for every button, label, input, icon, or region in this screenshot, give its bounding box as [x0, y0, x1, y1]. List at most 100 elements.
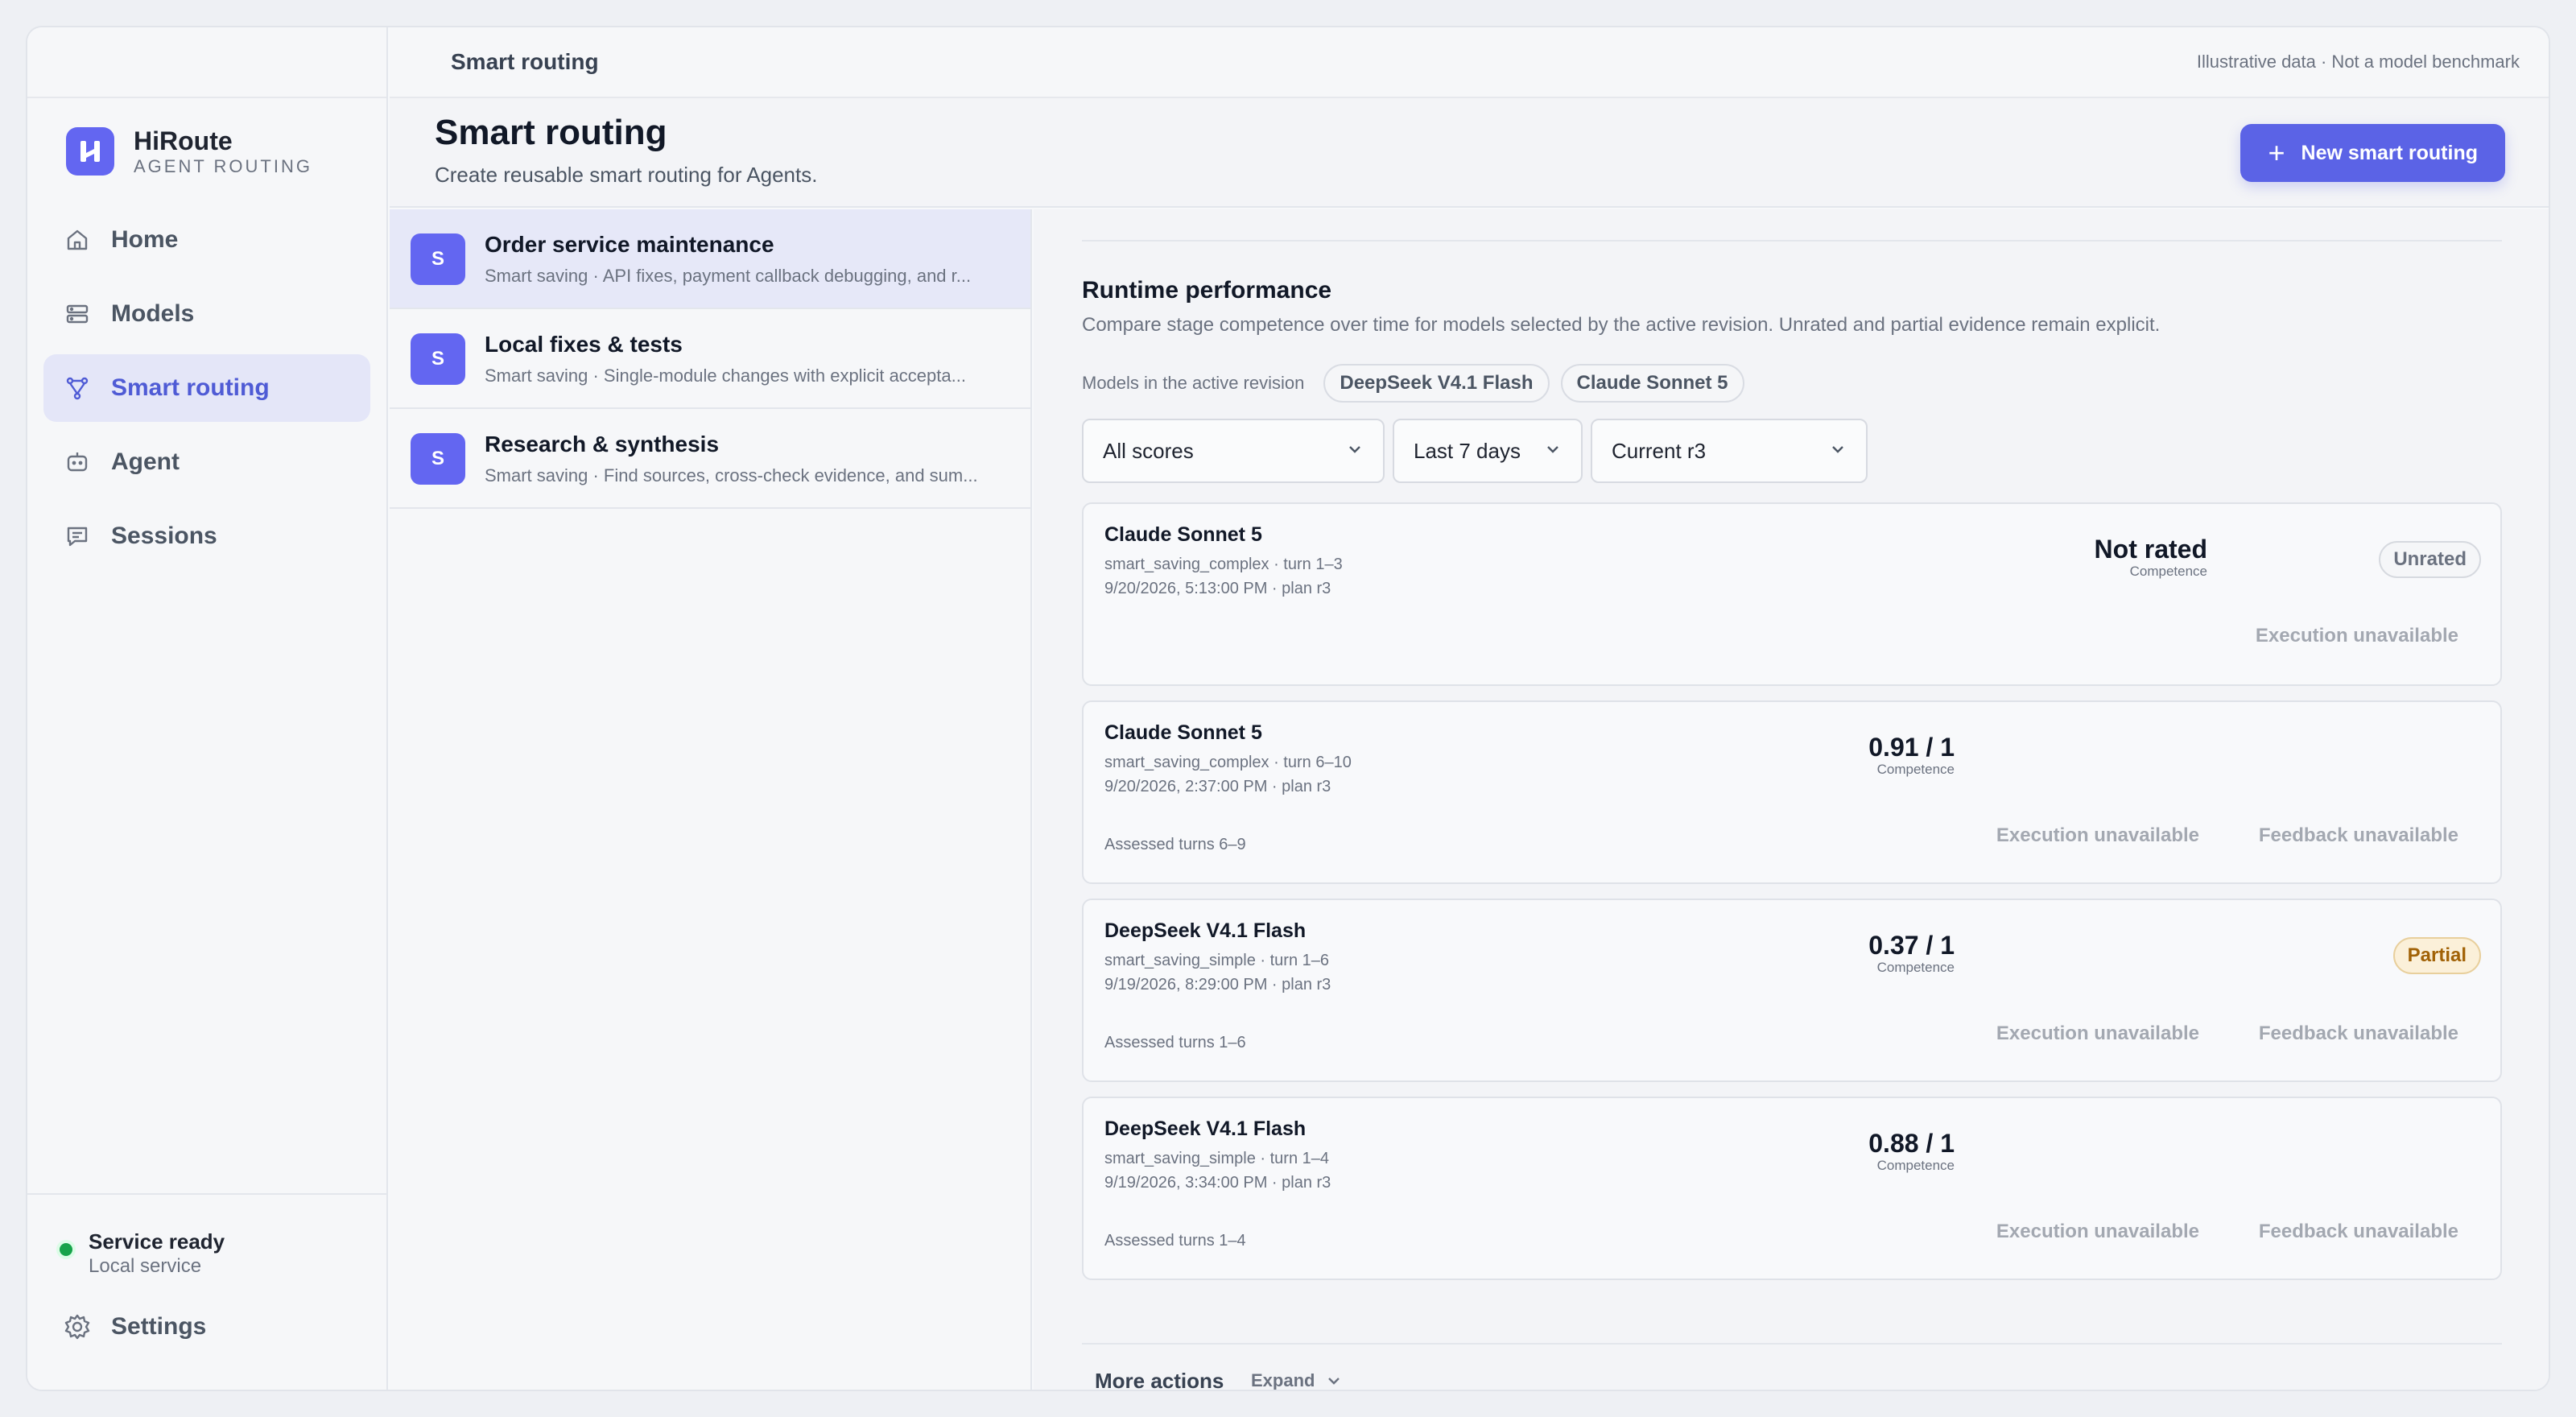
assessed-turns: Assessed turns 1–4	[1104, 1232, 1246, 1250]
sidebar: HiRoute AGENT ROUTING Home Models Smart …	[27, 27, 388, 1390]
competence-score: 0.91 / 1 Competence	[1868, 733, 1955, 778]
chat-icon	[63, 522, 92, 551]
top-bar: Smart routing Illustrative data · Not a …	[390, 27, 2549, 98]
settings-button[interactable]: Settings	[63, 1312, 206, 1341]
active-models-row: Models in the active revision DeepSeek V…	[1082, 364, 2502, 403]
revision-filter-value: Current r3	[1612, 438, 1707, 463]
execution-unavailable-label: Execution unavailable	[1996, 824, 2199, 846]
performance-cards: Claude Sonnet 5 smart_saving_complex · t…	[1082, 502, 2502, 1280]
brand-subtitle: AGENT ROUTING	[134, 156, 312, 176]
feedback-unavailable-label: Feedback unavailable	[2258, 1022, 2458, 1044]
list-item[interactable]: S Order service maintenance Smart saving…	[390, 209, 1030, 309]
page-title: Smart routing	[435, 113, 667, 152]
execution-unavailable-label: Execution unavailable	[1996, 1022, 2199, 1044]
chevron-down-icon	[1544, 439, 1562, 464]
section-subtitle: Compare stage competence over time for m…	[1082, 314, 2161, 336]
card-meta-run: smart_saving_complex · turn 6–10	[1104, 754, 1352, 771]
card-meta: smart_saving_complex · turn 6–10 9/20/20…	[1104, 750, 1352, 799]
sidebar-item-label: Agent	[111, 448, 180, 475]
more-actions-bar: More actions Expand	[1082, 1343, 2502, 1391]
score-value: 0.37 / 1	[1868, 931, 1955, 960]
sidebar-item-sessions[interactable]: Sessions	[43, 502, 370, 570]
score-filter-select[interactable]: All scores	[1082, 419, 1385, 483]
list-item[interactable]: S Local fixes & tests Smart saving · Sin…	[390, 309, 1030, 409]
routing-title: Order service maintenance	[485, 232, 774, 257]
routing-detail: Runtime performance Compare stage compet…	[1034, 209, 2549, 1390]
sidebar-item-home[interactable]: Home	[43, 206, 370, 274]
status-badge: Unrated	[2379, 541, 2481, 578]
sidebar-item-models[interactable]: Models	[43, 280, 370, 348]
sidebar-item-label: Smart routing	[111, 374, 270, 401]
execution-unavailable-label: Execution unavailable	[2255, 625, 2458, 647]
routing-list: S Order service maintenance Smart saving…	[390, 209, 1032, 1390]
chevron-down-icon	[1346, 439, 1364, 464]
sidebar-item-agent[interactable]: Agent	[43, 428, 370, 496]
avatar: S	[411, 433, 465, 485]
sidebar-item-label: Sessions	[111, 523, 217, 549]
routing-title: Research & synthesis	[485, 432, 720, 456]
sidebar-nav: Home Models Smart routing Agent Sessions	[43, 206, 370, 576]
service-status: Service ready Local service	[60, 1229, 225, 1279]
sidebar-item-smart-routing[interactable]: Smart routing	[43, 354, 370, 422]
competence-score: 0.37 / 1 Competence	[1868, 931, 1955, 976]
card-model: DeepSeek V4.1 Flash	[1104, 919, 1307, 942]
card-model: DeepSeek V4.1 Flash	[1104, 1117, 1307, 1140]
status-title: Service ready	[89, 1229, 225, 1254]
routing-icon	[63, 374, 92, 403]
card-meta-time: 9/19/2026, 8:29:00 PM · plan r3	[1104, 976, 1331, 994]
status-badge: Partial	[2392, 937, 2481, 974]
chevron-down-icon	[1326, 1373, 1342, 1389]
competence-score: 0.88 / 1 Competence	[1868, 1129, 1955, 1174]
score-value: Not rated	[2094, 535, 2207, 564]
performance-card: Claude Sonnet 5 smart_saving_complex · t…	[1082, 700, 2502, 884]
model-chip[interactable]: DeepSeek V4.1 Flash	[1323, 364, 1550, 403]
score-label: Competence	[1876, 1158, 1955, 1173]
card-meta-time: 9/19/2026, 3:34:00 PM · plan r3	[1104, 1174, 1331, 1192]
card-meta-time: 9/20/2026, 5:13:00 PM · plan r3	[1104, 580, 1331, 597]
score-value: 0.88 / 1	[1868, 1129, 1955, 1158]
sidebar-footer: Service ready Local service Settings	[27, 1193, 386, 1390]
model-chip[interactable]: Claude Sonnet 5	[1560, 364, 1744, 403]
status-dot	[60, 1243, 72, 1256]
sidebar-top-bar	[27, 27, 386, 98]
range-filter-value: Last 7 days	[1414, 438, 1521, 463]
list-item[interactable]: S Research & synthesis Smart saving · Fi…	[390, 409, 1030, 509]
range-filter-select[interactable]: Last 7 days	[1393, 419, 1583, 483]
score-label: Competence	[1876, 762, 1955, 777]
new-smart-routing-button[interactable]: + New smart routing	[2240, 124, 2505, 182]
main-panel: Smart routing Illustrative data · Not a …	[390, 27, 2549, 1390]
performance-card: DeepSeek V4.1 Flash smart_saving_simple …	[1082, 1097, 2502, 1280]
feedback-unavailable-label: Feedback unavailable	[2258, 1221, 2458, 1242]
app-window: HiRoute AGENT ROUTING Home Models Smart …	[26, 26, 2550, 1391]
page-header: Smart routing Create reusable smart rout…	[390, 98, 2549, 208]
sidebar-item-label: Home	[111, 226, 179, 253]
expand-toggle[interactable]: Expand	[1251, 1370, 1342, 1390]
card-meta: smart_saving_complex · turn 1–3 9/20/202…	[1104, 552, 1343, 601]
brand-name: HiRoute	[134, 126, 233, 155]
brand: HiRoute AGENT ROUTING	[66, 126, 312, 177]
divider	[1082, 240, 2502, 242]
models-label: Models in the active revision	[1082, 373, 1305, 393]
card-meta: smart_saving_simple · turn 1–6 9/19/2026…	[1104, 948, 1331, 997]
server-icon	[63, 300, 92, 328]
avatar: S	[411, 333, 465, 385]
status-subtitle: Local service	[89, 1255, 202, 1277]
expand-label: Expand	[1251, 1370, 1315, 1390]
chevron-down-icon	[1829, 439, 1847, 464]
card-model: Claude Sonnet 5	[1104, 721, 1262, 744]
performance-card: DeepSeek V4.1 Flash smart_saving_simple …	[1082, 899, 2502, 1082]
topbar-note: Illustrative data · Not a model benchmar…	[2196, 52, 2520, 72]
execution-unavailable-label: Execution unavailable	[1996, 1221, 2199, 1242]
score-label: Competence	[1876, 960, 1955, 975]
card-meta-run: smart_saving_simple · turn 1–6	[1104, 952, 1330, 969]
routing-title: Local fixes & tests	[485, 332, 683, 357]
revision-filter-select[interactable]: Current r3	[1591, 419, 1868, 483]
settings-label: Settings	[111, 1313, 207, 1340]
more-actions-label: More actions	[1095, 1369, 1224, 1391]
bot-icon	[63, 448, 92, 477]
h-logo-icon	[66, 127, 114, 176]
page-subtitle: Create reusable smart routing for Agents…	[435, 163, 818, 187]
performance-card: Claude Sonnet 5 smart_saving_complex · t…	[1082, 502, 2502, 686]
new-button-label: New smart routing	[2301, 141, 2478, 164]
assessed-turns: Assessed turns 1–6	[1104, 1034, 1246, 1051]
